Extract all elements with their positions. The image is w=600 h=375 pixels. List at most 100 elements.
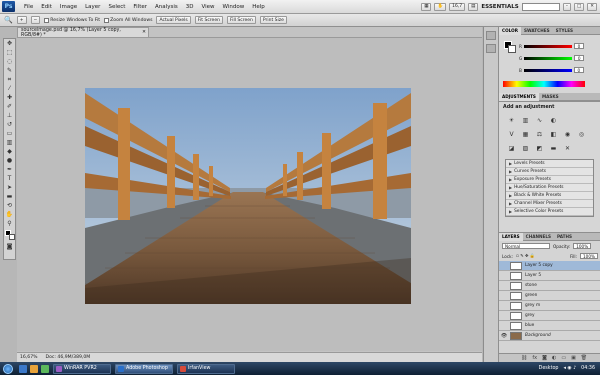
background-swatch[interactable] <box>508 45 516 53</box>
list-item[interactable]: ▶ Exposure Presets <box>506 176 593 184</box>
layer-row[interactable]: Layer 5 <box>499 271 600 281</box>
layer-row[interactable]: green <box>499 291 600 301</box>
quick-select-tool-icon[interactable]: ✎ <box>5 67 14 74</box>
list-item[interactable]: ▶ Curves Presets <box>506 168 593 176</box>
zoom-field[interactable]: 16,7 <box>449 2 466 11</box>
move-tool-icon[interactable]: ✥ <box>5 40 14 47</box>
brush-tool-icon[interactable]: ✐ <box>5 103 14 110</box>
tab-channels[interactable]: CHANNELS <box>523 234 554 239</box>
clone-stamp-icon[interactable]: ⊥ <box>5 112 14 119</box>
black-white-icon[interactable]: ◧ <box>549 130 558 138</box>
layer-row[interactable]: grey m <box>499 301 600 311</box>
visibility-eye-icon[interactable]: 👁 <box>501 333 507 339</box>
quicklaunch-icon[interactable] <box>41 364 49 373</box>
close-button[interactable]: ✕ <box>587 2 597 11</box>
quick-mask-icon[interactable]: ◙ <box>5 243 14 250</box>
foreground-background-colors[interactable] <box>4 230 15 240</box>
invert-icon[interactable]: ◪ <box>507 144 516 152</box>
posterize-icon[interactable]: ▨ <box>521 144 530 152</box>
actual-pixels-button[interactable]: Actual Pixels <box>156 16 191 24</box>
maximize-button[interactable]: □ <box>573 2 585 11</box>
document-tab[interactable]: sourceimage.psd @ 16,7% (Layer 5 copy, R… <box>17 27 149 38</box>
tab-masks[interactable]: MASKS <box>539 94 562 99</box>
visibility-eye-icon[interactable] <box>501 293 507 299</box>
list-item[interactable]: ▶ Hue/Saturation Presets <box>506 184 593 192</box>
hand-tool-button[interactable]: ✋ <box>434 2 447 11</box>
eyedropper-tool-icon[interactable]: ⁄ <box>5 85 14 92</box>
visibility-eye-icon[interactable] <box>501 273 507 279</box>
quicklaunch-icon[interactable] <box>19 364 27 373</box>
tray-icons[interactable]: ◂ ◉ ♪ <box>563 366 576 371</box>
menu-help[interactable]: Help <box>248 4 269 10</box>
shape-tool-icon[interactable]: ▬ <box>5 193 14 200</box>
visibility-eye-icon[interactable] <box>501 283 507 289</box>
print-size-button[interactable]: Print Size <box>259 16 287 24</box>
zoom-all-checkbox[interactable]: Zoom All Windows <box>104 17 152 23</box>
list-item[interactable]: ▶ Selective Color Presets <box>506 208 593 216</box>
gradient-tool-icon[interactable]: ▥ <box>5 139 14 146</box>
visibility-eye-icon[interactable] <box>501 263 507 269</box>
channel-mixer-icon[interactable]: ◎ <box>577 130 586 138</box>
close-document-icon[interactable]: ✕ <box>142 30 148 35</box>
path-select-tool-icon[interactable]: ➤ <box>5 184 14 191</box>
tab-paths[interactable]: PATHS <box>554 234 575 239</box>
arrange-documents-button[interactable]: ▤ <box>468 2 479 11</box>
color-spectrum[interactable] <box>503 81 585 87</box>
menu-3d[interactable]: 3D <box>182 4 198 10</box>
history-panel-icon[interactable] <box>486 31 496 40</box>
opacity-input[interactable]: 100% <box>573 243 592 249</box>
layer-row[interactable]: grey <box>499 311 600 321</box>
fill-screen-button[interactable]: Fill Screen <box>226 16 256 24</box>
red-slider[interactable]: R0 <box>519 43 584 49</box>
menu-file[interactable]: File <box>20 4 37 10</box>
hand-tool-icon[interactable]: ✋ <box>5 211 14 218</box>
eraser-tool-icon[interactable]: ▭ <box>5 130 14 137</box>
list-item[interactable]: ▶ Black & White Presets <box>506 192 593 200</box>
menu-layer[interactable]: Layer <box>81 4 104 10</box>
menu-view[interactable]: View <box>197 4 218 10</box>
blur-tool-icon[interactable]: ◆ <box>5 148 14 155</box>
minimize-button[interactable]: – <box>562 2 571 11</box>
exposure-icon[interactable]: ◐ <box>549 116 558 124</box>
pen-tool-icon[interactable]: ✒ <box>5 166 14 173</box>
tab-styles[interactable]: STYLES <box>553 28 576 33</box>
tab-color[interactable]: COLOR <box>499 26 521 35</box>
gradient-map-icon[interactable]: ▬ <box>549 144 558 152</box>
taskbar-item-photoshop[interactable]: Adobe Photoshop <box>115 363 173 374</box>
list-item[interactable]: ▶ Levels Presets <box>506 160 593 168</box>
history-brush-icon[interactable]: ↺ <box>5 121 14 128</box>
vibrance-icon[interactable]: V <box>507 130 516 138</box>
quicklaunch-icon[interactable] <box>30 364 38 373</box>
photo-filter-icon[interactable]: ◉ <box>563 130 572 138</box>
resize-windows-checkbox[interactable]: Resize Windows To Fit <box>44 17 100 23</box>
menu-image[interactable]: Image <box>56 4 81 10</box>
red-value[interactable]: 0 <box>573 43 584 49</box>
workspace-switcher[interactable]: ESSENTIALS <box>481 4 518 10</box>
levels-icon[interactable]: ▥ <box>521 116 530 124</box>
blue-slider[interactable]: B0 <box>519 67 584 73</box>
add-mask-icon[interactable]: ◙ <box>542 355 547 361</box>
desktop-toolbar[interactable]: Desktop <box>539 366 559 371</box>
menu-window[interactable]: Window <box>219 4 249 10</box>
new-layer-icon[interactable]: ▣ <box>571 355 576 361</box>
dodge-tool-icon[interactable]: ● <box>5 157 14 164</box>
layer-row[interactable]: blue <box>499 321 600 331</box>
healing-brush-icon[interactable]: ✚ <box>5 94 14 101</box>
green-value[interactable]: 0 <box>574 55 585 61</box>
green-slider[interactable]: G0 <box>519 55 585 61</box>
delete-layer-icon[interactable]: 🗑 <box>581 355 587 361</box>
brightness-contrast-icon[interactable]: ☀ <box>507 116 516 124</box>
fit-screen-button[interactable]: Fit Screen <box>194 16 223 24</box>
taskbar-item-irfanview[interactable]: IrfanView <box>177 363 235 374</box>
visibility-eye-icon[interactable] <box>501 303 507 309</box>
menu-select[interactable]: Select <box>104 4 129 10</box>
link-layers-icon[interactable]: ⛓ <box>521 355 527 361</box>
zoom-in-button[interactable]: + <box>16 16 27 24</box>
blue-value[interactable]: 0 <box>573 67 584 73</box>
tab-layers[interactable]: LAYERS <box>499 232 523 241</box>
zoom-tool-icon[interactable]: ⚲ <box>5 220 14 227</box>
list-item[interactable]: ▶ Channel Mixer Presets <box>506 200 593 208</box>
actions-panel-icon[interactable] <box>486 44 496 53</box>
start-button[interactable] <box>0 362 16 375</box>
new-adjustment-icon[interactable]: ◐ <box>552 355 556 361</box>
